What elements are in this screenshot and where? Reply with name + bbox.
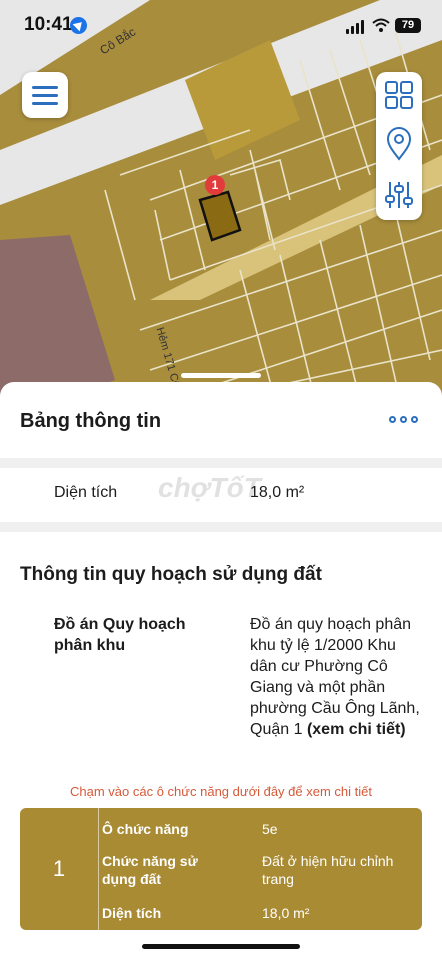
info-sheet: Bảng thông tin chợTốT Diện tích 18,0 m² … [0, 373, 442, 960]
card-row-label: Diện tích [102, 905, 162, 921]
grid-icon[interactable] [376, 72, 422, 118]
area-value: 18,0 m² [250, 484, 305, 501]
hint-text: Chạm vào các ô chức năng dưới đây để xem… [70, 784, 372, 799]
plan-details-link[interactable]: (xem chi tiết) [307, 721, 406, 738]
sheet-title: Bảng thông tin [20, 410, 162, 432]
card-row-value: Đất ở hiện hữu chỉnh trang [262, 853, 394, 887]
card-row-value: 18,0 m² [262, 905, 310, 921]
card-row-label: Chức năng sử dụng đất [102, 853, 198, 887]
map-pin-marker[interactable]: 1 [205, 175, 225, 195]
status-bar: 10:41 79 [0, 0, 442, 52]
function-card[interactable]: 1 Ô chức năng 5e Chức năng sử dụng đất Đ… [20, 808, 422, 930]
sliders-icon[interactable] [376, 172, 422, 218]
plan-value: Đồ án quy hoạch phân khu tỷ lệ 1/2000 Kh… [250, 614, 425, 740]
plan-description: Đồ án quy hoạch phân khu tỷ lệ 1/2000 Kh… [250, 616, 420, 738]
divider [0, 458, 442, 468]
divider [0, 522, 442, 532]
sheet-drag-handle[interactable] [181, 373, 261, 378]
map-tools-panel [376, 72, 422, 220]
menu-button[interactable] [22, 72, 68, 118]
section-title: Thông tin quy hoạch sử dụng đất [20, 564, 322, 585]
card-number: 1 [20, 808, 99, 930]
area-label: Diện tích [54, 484, 118, 501]
location-arrow-icon [70, 17, 87, 34]
watermark: chợTốT [158, 472, 261, 503]
signal-icon [346, 20, 364, 34]
status-time: 10:41 [24, 14, 73, 35]
more-dots-icon[interactable] [389, 416, 418, 423]
home-indicator [142, 944, 300, 949]
card-row-value: 5e [262, 821, 278, 837]
card-row-label: Ô chức năng [102, 821, 189, 837]
hamburger-icon [32, 86, 58, 89]
map-pin-icon[interactable] [376, 122, 422, 168]
battery-icon: 79 [395, 18, 421, 33]
plan-label: Đồ án Quy hoạch phân khu [54, 616, 186, 654]
wifi-icon [372, 18, 390, 32]
